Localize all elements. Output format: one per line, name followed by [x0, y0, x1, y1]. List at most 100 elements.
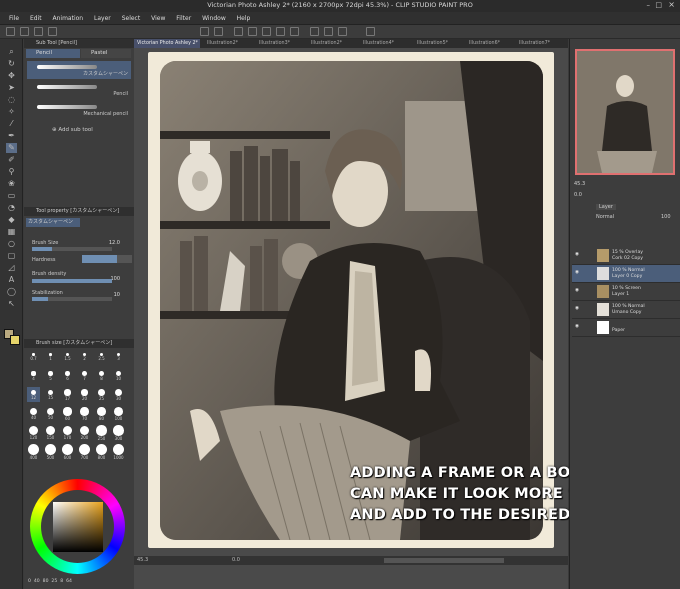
brush-size-preset[interactable]: 400 [27, 444, 40, 460]
brush-size-preset[interactable]: 800 [95, 444, 108, 460]
special-ruler-snap-icon[interactable] [324, 27, 333, 36]
fill-tool-icon[interactable]: ◆ [6, 215, 17, 225]
rotate-tool-icon[interactable]: ↻ [6, 59, 17, 69]
open-file-icon[interactable] [20, 27, 29, 36]
menu-select[interactable]: Select [122, 12, 141, 25]
blend-tool-icon[interactable]: ◔ [6, 203, 17, 213]
horizontal-scrollbar[interactable] [384, 558, 504, 563]
canvas-tab[interactable]: Illustration7* [516, 39, 564, 48]
brush-size-preset[interactable]: 60 [61, 406, 74, 421]
tab-pastel[interactable]: Pastel [81, 49, 131, 58]
zoom-value[interactable]: 45.3 [137, 557, 148, 563]
brush-size-preset[interactable]: 7 [78, 368, 91, 383]
menu-file[interactable]: File [9, 12, 19, 25]
airbrush-tool-icon[interactable]: ⚲ [6, 167, 17, 177]
close-icon[interactable]: × [668, 0, 675, 9]
brush-size-preset[interactable]: 30 [112, 387, 125, 402]
brush-size-preset[interactable]: 10 [112, 368, 125, 383]
layer-row[interactable]: ◉ 15 % Overlay Cork 02 Copy [572, 247, 680, 265]
clip-studio-icon[interactable] [48, 27, 57, 36]
lasso-tool-icon[interactable]: ◌ [6, 95, 17, 105]
transform-icon[interactable] [248, 27, 257, 36]
decoration-tool-icon[interactable]: ❀ [6, 179, 17, 189]
canvas-tab[interactable]: Illustration2* [204, 39, 252, 48]
menu-window[interactable]: Window [202, 12, 226, 25]
grid-snap-icon[interactable] [338, 27, 347, 36]
stabilization-value[interactable]: 10 [114, 292, 120, 298]
menu-layer[interactable]: Layer [94, 12, 111, 25]
eraser-tool-icon[interactable]: ▭ [6, 191, 17, 201]
brush-size-preset[interactable]: 250 [95, 425, 108, 441]
canvas-tab[interactable]: Illustration4* [360, 39, 408, 48]
save-icon[interactable] [34, 27, 43, 36]
figure-tool-icon[interactable]: ○ [6, 239, 17, 249]
brush-size-preset[interactable]: 80 [95, 406, 108, 421]
selection-launcher-icon[interactable] [290, 27, 299, 36]
balloon-tool-icon[interactable]: ◯ [6, 287, 17, 297]
brush-size-preset[interactable]: 17 [61, 387, 74, 402]
tab-pencil[interactable]: Pencil [26, 49, 80, 58]
add-subtool-button[interactable]: ⊕ Add sub tool [52, 127, 93, 133]
maximize-icon[interactable]: □ [655, 1, 662, 9]
navigator-angle[interactable]: 0.0 [574, 192, 582, 198]
brush-size-preset[interactable]: 1.5 [61, 349, 74, 364]
menu-view[interactable]: View [151, 12, 165, 25]
brush-size-preset[interactable]: 2 [78, 349, 91, 364]
brush-size-preset[interactable]: 170 [61, 425, 74, 440]
eye-icon[interactable]: ◉ [575, 270, 581, 276]
brush-size-preset[interactable]: 200 [78, 425, 91, 440]
operation-tool-icon[interactable]: ➤ [6, 83, 17, 93]
brush-item-pencil[interactable]: Pencil [27, 81, 131, 99]
brush-density-slider[interactable] [32, 279, 112, 283]
brush-size-preset[interactable]: 6 [61, 368, 74, 383]
eye-icon[interactable]: ◉ [575, 324, 581, 330]
navigator-zoom[interactable]: 45.3 [574, 181, 585, 187]
brush-size-preset[interactable]: 100 [112, 406, 125, 421]
brush-size-preset[interactable]: 600 [61, 444, 74, 460]
ruler-tool-icon[interactable]: ◿ [6, 263, 17, 273]
brush-tool-icon[interactable]: ✐ [6, 155, 17, 165]
redo-icon[interactable] [214, 27, 223, 36]
canvas-tab[interactable]: Illustration2* [308, 39, 356, 48]
new-file-icon[interactable] [6, 27, 15, 36]
canvas-tab[interactable]: Illustration6* [466, 39, 514, 48]
navigator-thumbnail[interactable] [575, 49, 675, 175]
brush-size-preset[interactable]: 20 [78, 387, 91, 402]
brush-size-preset[interactable]: 1000 [112, 444, 125, 460]
sub-color-swatch[interactable] [10, 335, 20, 345]
canvas-tab-active[interactable]: Victorian Photo Ashley 2* [134, 39, 200, 48]
color-wheel[interactable] [30, 479, 125, 574]
brush-size-preset[interactable]: 12 [27, 387, 40, 402]
brush-size-preset[interactable]: 700 [78, 444, 91, 460]
brush-size-preset[interactable]: 50 [44, 406, 57, 421]
correct-line-icon[interactable]: ↖ [6, 299, 17, 309]
rotation-value[interactable]: 0.0 [232, 557, 240, 563]
minimize-icon[interactable]: – [647, 1, 651, 9]
brush-size-preset[interactable]: 3 [112, 349, 125, 364]
brush-size-preset[interactable]: 500 [44, 444, 57, 460]
layer-row-selected[interactable]: ◉ 100 % Normal Layer 0 Copy [572, 265, 680, 283]
brush-size-slider[interactable] [32, 247, 112, 251]
canvas-tab[interactable]: Illustration3* [256, 39, 304, 48]
brush-size-preset[interactable]: 0.7 [27, 349, 40, 364]
brush-item-mechanical[interactable]: Mechanical pencil [27, 101, 131, 119]
menu-filter[interactable]: Filter [176, 12, 191, 25]
checkbox-icon[interactable] [366, 27, 375, 36]
gradient-tool-icon[interactable]: ▦ [6, 227, 17, 237]
brush-item-custom[interactable]: カスタムシャーペン [27, 61, 131, 79]
text-tool-icon[interactable]: A [6, 275, 17, 285]
brush-size-preset[interactable]: 5 [44, 368, 57, 383]
canvas-tab[interactable]: Illustration5* [414, 39, 462, 48]
brush-size-preset[interactable]: 300 [112, 425, 125, 441]
ruler-snap-icon[interactable] [310, 27, 319, 36]
blend-mode-select[interactable]: Normal [596, 214, 614, 220]
hardness-selector[interactable] [82, 255, 132, 263]
layer-row[interactable]: ◉ Paper [572, 319, 680, 337]
layer-row[interactable]: ◉ 100 % Normal Umano Copy [572, 301, 680, 319]
frame-border-icon[interactable]: ▢ [6, 251, 17, 261]
tab-layer[interactable]: Layer [596, 204, 616, 210]
menu-help[interactable]: Help [237, 12, 251, 25]
brush-size-preset[interactable]: 4 [27, 368, 40, 383]
pen-tool-icon[interactable]: ✒ [6, 131, 17, 141]
brush-size-value[interactable]: 12.0 [109, 240, 120, 246]
